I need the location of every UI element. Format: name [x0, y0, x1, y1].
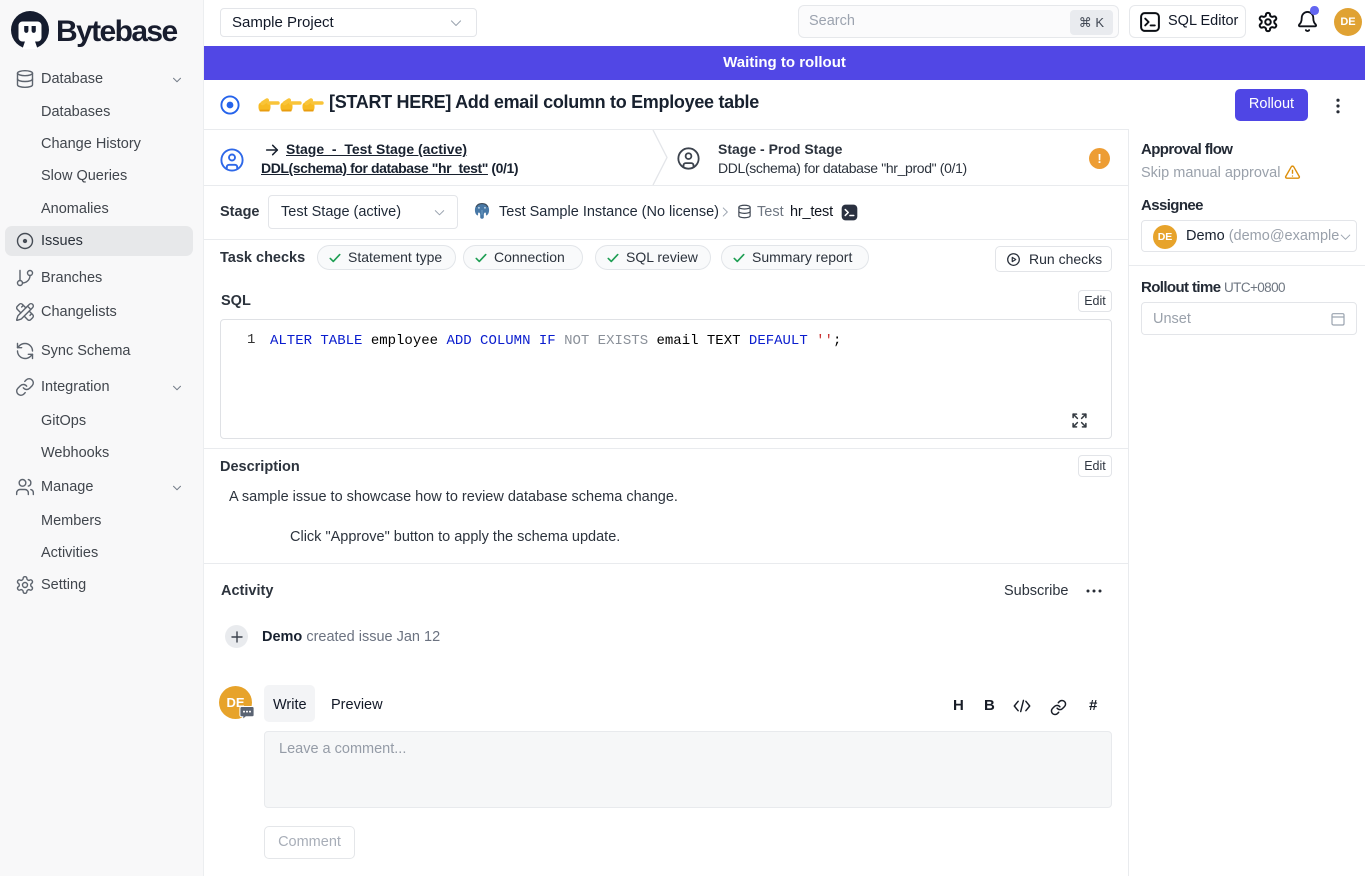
svg-text:Bytebase: Bytebase	[56, 15, 178, 48]
